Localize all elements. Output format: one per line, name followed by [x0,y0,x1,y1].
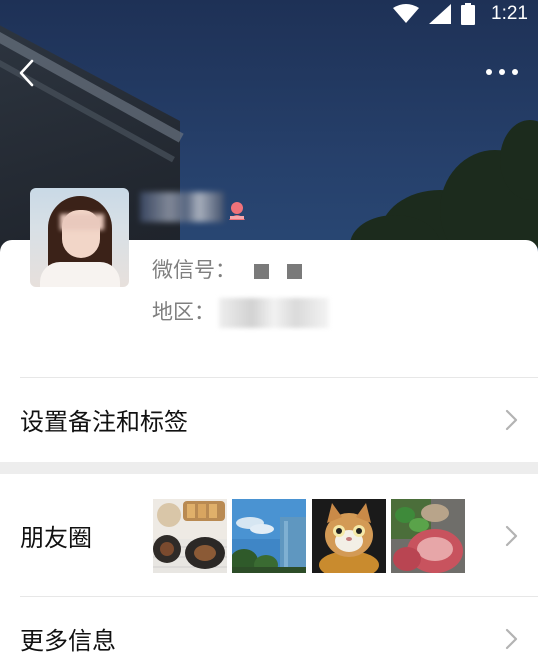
wechat-id-line: 微信号： [152,254,302,284]
status-icons: 1:21 [393,3,528,25]
more-info-label: 更多信息 [20,627,116,655]
region-value-blurred [219,298,329,328]
chevron-right-icon [505,628,518,650]
region-line: 地区： [152,296,329,328]
food-photo-image [153,499,227,573]
moments-label: 朋友圈 [20,524,92,552]
avatar-shirt [40,262,120,287]
sky-trees-photo-image [232,499,306,573]
set-remarks-tags-label: 设置备注和标签 [20,408,188,436]
moments-thumbnail-meat[interactable] [391,499,465,573]
wechat-id-mask [287,263,302,279]
more-options-button[interactable] [484,62,520,82]
section-separator [0,462,538,474]
status-bar: 1:21 [0,0,538,30]
wifi-icon [393,4,420,23]
back-arrow-icon [19,59,34,87]
avatar[interactable] [30,188,129,287]
moments-thumbnail-sky[interactable] [232,499,306,573]
chevron-right-icon [505,409,518,431]
moments-thumbnail-cat[interactable] [312,499,386,573]
signal-icon [429,4,452,24]
meat-vegetables-photo-image [391,499,465,573]
wechat-id-label: 微信号： [152,258,236,282]
region-label: 地区： [152,300,215,324]
nickname-blurred [140,192,224,222]
more-dots-icon [486,69,518,75]
status-time: 1:21 [491,3,528,24]
cat-photo-image [312,499,386,573]
set-remarks-tags-row[interactable]: 设置备注和标签 [0,378,538,462]
wechat-id-mask [254,263,269,279]
battery-icon [461,3,476,25]
more-info-row[interactable]: 更多信息 [0,597,538,670]
chevron-right-icon [505,525,518,547]
back-button[interactable] [12,58,42,88]
avatar-blur-mask [60,214,104,230]
moments-thumbnail-food[interactable] [153,499,227,573]
gender-female-icon [229,202,245,220]
